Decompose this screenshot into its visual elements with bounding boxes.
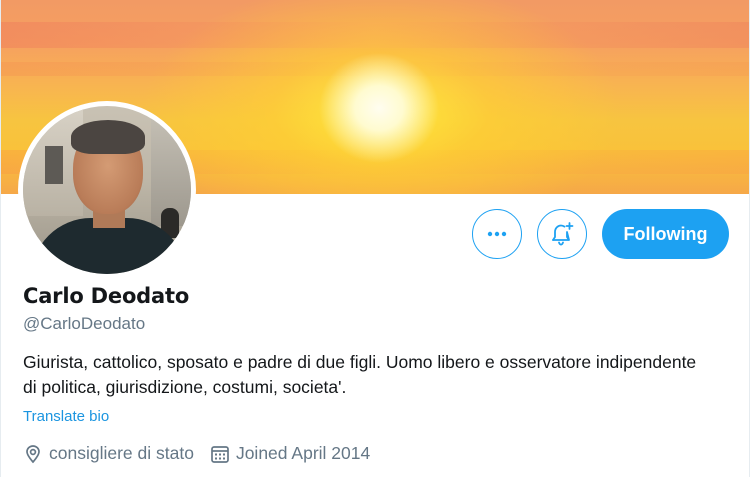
following-button[interactable]: Following xyxy=(602,209,729,259)
avatar-photo xyxy=(23,106,191,274)
profile-actions: Following xyxy=(472,209,729,259)
avatar[interactable] xyxy=(18,101,196,279)
profile-bio: Giurista, cattolico, sposato e padre di … xyxy=(23,352,697,397)
location-text: consigliere di stato xyxy=(49,443,194,463)
more-horizontal-icon xyxy=(487,231,507,237)
joined-text: Joined April 2014 xyxy=(235,443,371,463)
profile-handle: @CarloDeodato xyxy=(23,314,146,333)
profile-page: Following Carlo Deodato @CarloDeodato Gi… xyxy=(0,0,750,477)
profile-meta: consigliere di stato Joined April 2014 xyxy=(23,443,386,464)
translate-bio-link[interactable]: Translate bio xyxy=(23,408,109,425)
bell-plus-icon xyxy=(552,222,574,246)
location-item: consigliere di stato xyxy=(23,443,194,464)
more-button[interactable] xyxy=(472,209,522,259)
banner-cloud-band xyxy=(1,62,749,76)
location-pin-icon xyxy=(26,444,40,463)
calendar-icon xyxy=(211,445,229,463)
notifications-button[interactable] xyxy=(537,209,587,259)
profile-name: Carlo Deodato xyxy=(23,284,190,308)
banner-cloud-band xyxy=(1,22,749,48)
joined-item: Joined April 2014 xyxy=(210,443,370,464)
